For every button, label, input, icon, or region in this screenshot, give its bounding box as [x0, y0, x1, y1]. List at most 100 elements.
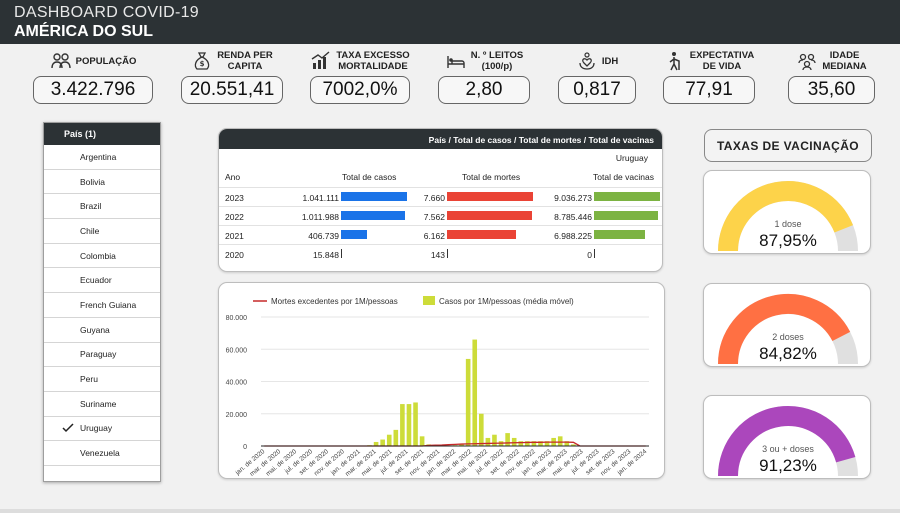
cases-bar[interactable]: [380, 439, 385, 446]
vaccination-title: TAXAS DE VACINAÇÃO: [704, 129, 872, 162]
group-icon: [796, 50, 818, 72]
cases-bar[interactable]: [492, 434, 497, 446]
country-option[interactable]: Suriname: [44, 392, 160, 417]
country-option[interactable]: Chile: [44, 219, 160, 244]
cell-vacc-bar: [594, 230, 646, 239]
legend-bar-swatch: [423, 296, 435, 305]
kpi-label: RENDA PER: [217, 50, 273, 61]
cases-bar[interactable]: [505, 433, 510, 446]
cell-vacc-bar: [594, 249, 595, 258]
kpi-life-expectancy: EXPECTATIVA DE VIDA 77,91: [663, 48, 755, 104]
totals-table: País / Total de casos / Total de mortes …: [218, 128, 663, 272]
y-tick-label: 60.000: [226, 347, 248, 354]
country-filter-header[interactable]: País (1): [44, 123, 160, 145]
y-tick-label: 20.000: [226, 412, 248, 419]
cell-year: 2021: [225, 231, 244, 241]
country-option[interactable]: Argentina: [44, 145, 160, 170]
cell-deaths: 7.562: [423, 212, 445, 222]
cell-deaths-bar: [447, 192, 533, 201]
dashboard-header: DASHBOARD COVID-19 AMÉRICA DO SUL: [0, 0, 900, 44]
trend-chart-icon: [310, 50, 332, 72]
col-header-year[interactable]: Ano: [225, 172, 240, 182]
country-option[interactable]: Bolivia: [44, 170, 160, 195]
chart-svg: Mortes excedentes por 1M/pessoas Casos po…: [226, 296, 649, 478]
country-option[interactable]: French Guiana: [44, 293, 160, 318]
cases-bar[interactable]: [479, 413, 484, 446]
cases-bar[interactable]: [518, 441, 524, 446]
kpi-value: 7002,0%: [310, 76, 410, 104]
cases-bar[interactable]: [413, 402, 418, 446]
gauge-value: 91,23%: [759, 456, 817, 475]
country-option-label: Ecuador: [80, 275, 112, 286]
col-header-vaccines[interactable]: Total de vacinas: [593, 172, 654, 182]
cases-bar[interactable]: [386, 434, 392, 446]
cases-bar[interactable]: [400, 404, 405, 446]
cases-bar[interactable]: [485, 437, 491, 446]
legend-deaths-label: Mortes excedentes por 1M/pessoas: [271, 297, 398, 306]
dashboard-subtitle: AMÉRICA DO SUL: [14, 23, 153, 40]
country-option[interactable]: Brazil: [44, 194, 160, 220]
cases-bar[interactable]: [393, 429, 399, 446]
country-option[interactable]: Ecuador: [44, 268, 160, 294]
cases-bar[interactable]: [406, 404, 412, 446]
cell-cases-bar: [341, 249, 342, 258]
gauge-label: 1 dose: [774, 219, 802, 229]
kpi-label: MEDIANA: [822, 61, 867, 72]
country-option[interactable]: Uruguay: [44, 417, 160, 442]
dashboard-title: DASHBOARD COVID-19: [14, 4, 199, 21]
y-tick-label: 40.000: [226, 380, 248, 387]
kpi-label: (100/p): [481, 61, 513, 72]
table-header: País / Total de casos / Total de mortes …: [219, 129, 662, 149]
cases-bar[interactable]: [472, 339, 478, 446]
cell-cases-bar: [341, 211, 406, 220]
cases-bar[interactable]: [465, 358, 471, 446]
kpi-median-age: IDADE MEDIANA 35,60: [788, 48, 875, 104]
col-header-deaths[interactable]: Total de mortes: [462, 172, 520, 182]
table-row[interactable]: 2022 1.011.988 7.562 8.785.446: [219, 206, 662, 225]
cases-bar[interactable]: [557, 436, 563, 446]
checkmark-icon: [62, 423, 74, 433]
table-row[interactable]: 2020 15.848 143 0: [219, 244, 662, 263]
cell-vacc: 8.785.446: [554, 212, 592, 222]
cell-year: 2023: [225, 193, 244, 203]
kpi-value: 2,80: [438, 76, 530, 104]
cell-vacc: 6.988.225: [554, 231, 592, 241]
table-row[interactable]: 2021 406.739 6.162 6.988.225: [219, 225, 662, 244]
kpi-label: TAXA EXCESSO: [336, 50, 410, 61]
cases-bar[interactable]: [511, 437, 517, 446]
country-filter[interactable]: País (1) Argentina Bolivia Brazil Chile Colo…: [43, 122, 161, 482]
kpi-label: MORTALIDADE: [338, 61, 408, 72]
kpi-value: 77,91: [663, 76, 755, 104]
cell-deaths: 6.162: [423, 231, 445, 241]
kpi-label: DE VIDA: [702, 61, 742, 72]
kpi-label: IDADE: [829, 50, 860, 61]
country-option[interactable]: Colombia: [44, 244, 160, 269]
excess-deaths-cases-chart: Mortes excedentes por 1M/pessoas Casos po…: [218, 282, 665, 479]
cell-vacc: 0: [587, 250, 592, 260]
money-bag-icon: $: [191, 50, 213, 72]
country-option[interactable]: Paraguay: [44, 343, 160, 368]
country-option-label: French Guiana: [80, 299, 137, 310]
table-row[interactable]: 2023 1.041.111 7.660 9.036.273: [219, 187, 662, 206]
gauge-value: 84,82%: [759, 344, 817, 363]
cell-deaths-bar: [447, 230, 517, 239]
chart-legend: Mortes excedentes por 1M/pessoas Casos po…: [253, 296, 574, 306]
country-option-label: Colombia: [80, 250, 116, 261]
country-option-label: Chile: [80, 225, 100, 236]
y-tick-label: 80.000: [226, 315, 248, 322]
country-option[interactable]: Guyana: [44, 318, 160, 343]
country-option[interactable]: Venezuela: [44, 441, 160, 466]
kpi-excess-mortality: TAXA EXCESSO MORTALIDADE 7002,0%: [310, 48, 410, 104]
cell-deaths: 7.660: [423, 193, 445, 203]
col-header-cases[interactable]: Total de casos: [342, 172, 396, 182]
country-option-label: Guyana: [80, 324, 110, 335]
kpi-value: 0,817: [558, 76, 636, 104]
country-option[interactable]: Peru: [44, 367, 160, 392]
cell-vacc-bar: [594, 211, 659, 220]
kpi-value: 35,60: [788, 76, 875, 104]
gauge-value: 87,95%: [759, 231, 817, 250]
kpi-income: $ RENDA PER CAPITA 20.551,41: [181, 48, 283, 104]
cases-bar[interactable]: [419, 436, 425, 446]
country-option-label: Uruguay: [80, 423, 113, 434]
legend-cases-label: Casos por 1M/pessoas (média móvel): [439, 297, 574, 306]
